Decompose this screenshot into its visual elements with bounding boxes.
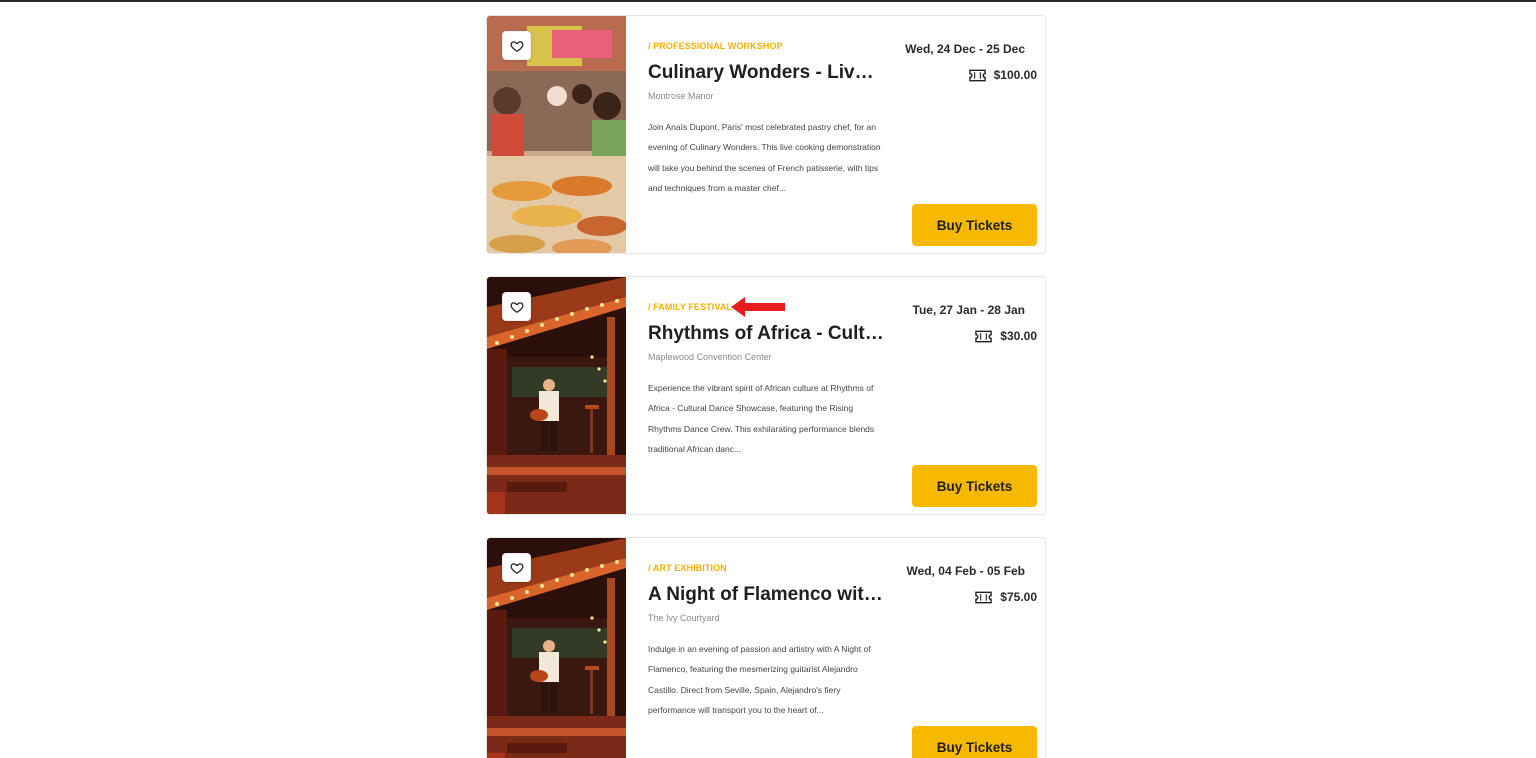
event-description: Experience the vibrant spirit of African… <box>648 383 875 455</box>
ticket-icon <box>975 330 993 342</box>
event-price: $30.00 <box>913 329 1037 343</box>
event-description: Indulge in an evening of passion and art… <box>648 644 871 716</box>
price-value: $100.00 <box>993 68 1037 82</box>
price-value: $30.00 <box>1000 329 1037 343</box>
event-date: Wed, 24 Dec - 25 Dec <box>905 42 1025 56</box>
event-info: / ART EXHIBITION A Night of Flamenco wit… <box>648 562 888 721</box>
top-border <box>0 0 1536 2</box>
heart-icon <box>510 301 523 313</box>
event-meta: Tue, 27 Jan - 28 Jan $30.00 <box>913 303 1038 343</box>
event-list: / PROFESSIONAL WORKSHOP Culinary Wonders… <box>486 15 1046 758</box>
favorite-button[interactable] <box>502 292 531 321</box>
ticket-icon <box>975 591 993 603</box>
event-price: $100.00 <box>905 68 1037 82</box>
event-category[interactable]: / PROFESSIONAL WORKSHOP <box>648 40 888 52</box>
event-info: / PROFESSIONAL WORKSHOP Culinary Wonders… <box>648 40 888 199</box>
event-title[interactable]: Culinary Wonders - Live wi... <box>648 61 884 85</box>
red-arrow-icon <box>731 297 785 317</box>
heart-icon <box>510 562 523 574</box>
event-info: / FAMILY FESTIVAL Rhythms of Africa - Cu… <box>648 301 888 460</box>
event-category[interactable]: / ART EXHIBITION <box>648 562 888 574</box>
buy-tickets-button[interactable]: Buy Tickets <box>912 465 1037 507</box>
ticket-icon <box>968 69 986 81</box>
event-venue: The Ivy Courtyard <box>648 613 720 623</box>
event-card[interactable]: / ART EXHIBITION A Night of Flamenco wit… <box>486 537 1046 758</box>
event-date: Wed, 04 Feb - 05 Feb <box>906 564 1025 578</box>
event-description: Join Anaïs Dupont, Paris' most celebrate… <box>648 122 881 194</box>
event-meta: Wed, 24 Dec - 25 Dec $100.00 <box>905 42 1037 82</box>
event-date: Tue, 27 Jan - 28 Jan <box>912 303 1026 317</box>
buy-tickets-button[interactable]: Buy Tickets <box>912 204 1037 246</box>
buy-tickets-button[interactable]: Buy Tickets <box>912 726 1037 758</box>
event-meta: Wed, 04 Feb - 05 Feb $75.00 <box>907 564 1037 604</box>
event-price: $75.00 <box>907 590 1037 604</box>
favorite-button[interactable] <box>502 31 531 60</box>
favorite-button[interactable] <box>502 553 531 582</box>
event-venue: Maplewood Convention Center <box>648 352 772 362</box>
event-venue: Montrose Manor <box>648 91 714 101</box>
event-title[interactable]: A Night of Flamenco with ... <box>648 583 884 607</box>
event-card[interactable]: / PROFESSIONAL WORKSHOP Culinary Wonders… <box>486 15 1046 254</box>
price-value: $75.00 <box>1000 590 1037 604</box>
event-title[interactable]: Rhythms of Africa - Cultur... <box>648 322 884 346</box>
heart-icon <box>510 40 523 52</box>
